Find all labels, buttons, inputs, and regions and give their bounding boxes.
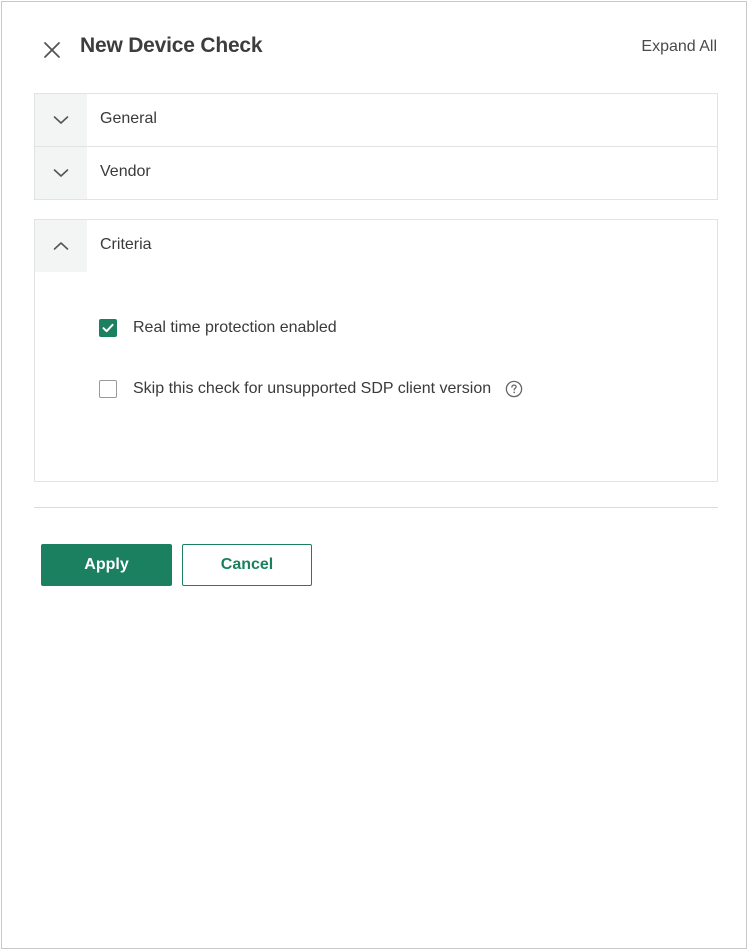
option-label: Real time protection enabled [133,319,337,336]
option-skip-unsupported-client[interactable]: Skip this check for unsupported SDP clie… [99,380,523,398]
option-real-time-protection[interactable]: Real time protection enabled [99,319,337,337]
accordion-toggle[interactable] [35,94,87,146]
accordion-item-vendor[interactable]: Vendor [35,147,717,199]
apply-button[interactable]: Apply [41,544,172,586]
help-icon[interactable] [505,380,523,398]
checkbox-unchecked[interactable] [99,380,117,398]
accordion-label: General [100,110,157,127]
chevron-up-icon [53,242,69,250]
device-check-panel: New Device Check Expand All General Vend… [1,1,747,949]
accordion-item-criteria[interactable]: Criteria [35,220,717,272]
divider [34,507,718,508]
page-title: New Device Check [80,34,263,57]
option-label: Skip this check for unsupported SDP clie… [133,380,492,397]
accordion-label: Vendor [100,163,151,180]
cancel-button[interactable]: Cancel [182,544,312,586]
expand-all-link[interactable]: Expand All [641,38,717,56]
close-icon [44,42,60,58]
accordion-item-general[interactable]: General [35,94,717,147]
panel-header: New Device Check Expand All [2,2,746,92]
accordion-group-top: General Vendor [34,93,718,200]
chevron-down-icon [53,169,69,177]
accordion-toggle[interactable] [35,220,87,272]
accordion-toggle[interactable] [35,147,87,199]
checkbox-checked[interactable] [99,319,117,337]
chevron-down-icon [53,116,69,124]
checkmark-icon [102,323,114,333]
accordion-label: Criteria [100,236,152,253]
close-button[interactable] [40,38,64,62]
accordion-group-criteria: Criteria Real time protection enabled Sk… [34,219,718,482]
